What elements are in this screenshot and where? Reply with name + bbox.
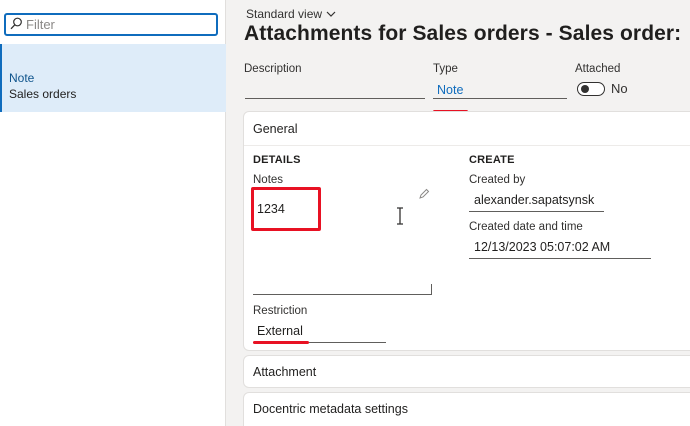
search-icon: [10, 17, 23, 33]
list-item[interactable]: Note Sales orders: [0, 44, 226, 112]
list-item-subtitle: Sales orders: [9, 87, 77, 101]
description-label: Description: [244, 63, 302, 75]
filter-input[interactable]: [26, 17, 206, 32]
chevron-down-icon: [326, 7, 336, 21]
create-heading: CREATE: [469, 154, 515, 166]
restriction-field[interactable]: External: [257, 324, 303, 338]
attached-label: Attached: [575, 63, 621, 75]
view-selector-label: Standard view: [246, 7, 323, 21]
attachment-section-title: Attachment: [253, 365, 317, 379]
notes-label: Notes: [253, 174, 284, 186]
pencil-icon[interactable]: [418, 188, 430, 200]
general-section: General DETAILS Notes 1234 Restriction E…: [243, 111, 690, 351]
created-date-label: Created date and time: [469, 221, 583, 233]
created-date-field[interactable]: 12/13/2023 05:07:02 AM: [474, 240, 610, 254]
attached-toggle[interactable]: [577, 82, 605, 96]
details-heading: DETAILS: [253, 154, 301, 166]
divider: [244, 145, 690, 146]
restriction-label: Restriction: [253, 305, 308, 317]
type-label: Type: [433, 63, 458, 75]
general-section-title[interactable]: General: [253, 122, 297, 136]
filter-box[interactable]: [4, 13, 218, 36]
created-by-field[interactable]: alexander.sapatsynsk: [474, 193, 594, 207]
red-box-annotation: [251, 187, 321, 231]
main-area: Standard view Attachments for Sales orde…: [227, 0, 690, 426]
created-date-underline: [469, 258, 651, 259]
text-cursor-icon: [395, 207, 405, 225]
docentric-section-title: Docentric metadata settings: [253, 402, 408, 416]
attached-value: No: [611, 81, 628, 96]
list-item-title: Note: [9, 71, 35, 85]
list-pane: Note Sales orders: [0, 0, 226, 426]
type-field[interactable]: Note: [437, 83, 463, 97]
red-underline-annotation: [253, 341, 309, 344]
attachment-section[interactable]: Attachment: [243, 355, 690, 388]
notes-resize-edge: [431, 284, 432, 295]
docentric-section[interactable]: Docentric metadata settings: [243, 392, 690, 426]
page-title: Attachments for Sales orders - Sales ord…: [244, 22, 682, 45]
created-by-underline: [469, 211, 604, 212]
notes-underline: [253, 294, 432, 295]
view-selector[interactable]: Standard view: [246, 7, 336, 21]
description-underline: [245, 98, 425, 99]
type-underline: [433, 98, 567, 99]
created-by-label: Created by: [469, 174, 526, 186]
